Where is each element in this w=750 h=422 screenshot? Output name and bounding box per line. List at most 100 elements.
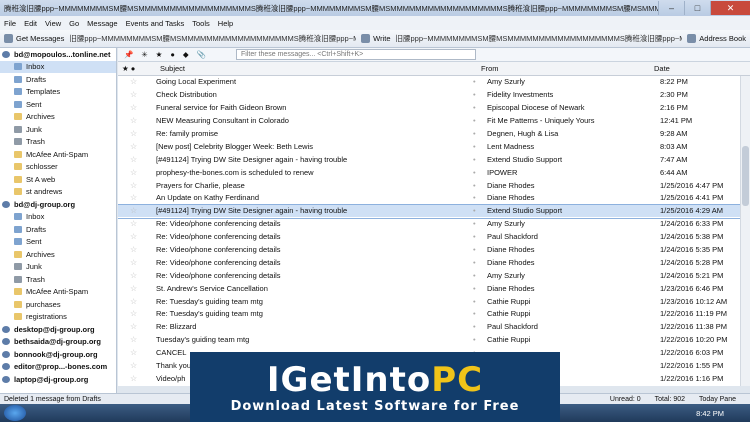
message-row[interactable]: ☆ Re: Video/phone conferencing details • Di… bbox=[118, 256, 740, 270]
account-item[interactable]: bonnook@dj-group.org bbox=[0, 348, 116, 361]
star-icon[interactable]: ☆ bbox=[118, 258, 148, 267]
star-icon[interactable]: ☆ bbox=[118, 219, 148, 228]
star-icon[interactable]: ☆ bbox=[118, 129, 148, 138]
message-row[interactable]: ☆ [#491124] Trying DW Site Designer again… bbox=[118, 153, 740, 167]
menu-help[interactable]: Help bbox=[218, 19, 233, 28]
account-item[interactable]: laptop@dj-group.org bbox=[0, 373, 116, 386]
star-icon[interactable]: ☆ bbox=[118, 206, 148, 215]
address-book-button[interactable]: Address Book bbox=[687, 34, 746, 43]
folder-item[interactable]: Trash bbox=[0, 136, 116, 149]
message-row[interactable]: ☆ Re: Video/phone conferencing details • Am… bbox=[118, 269, 740, 283]
folder-item[interactable]: Inbox bbox=[0, 211, 116, 224]
menu-file[interactable]: File bbox=[4, 19, 16, 28]
folder-item[interactable]: McAfee Anti-Spam bbox=[0, 286, 116, 299]
menu-edit[interactable]: Edit bbox=[24, 19, 37, 28]
star-icon[interactable]: ☆ bbox=[118, 297, 148, 306]
star-icon[interactable]: ☆ bbox=[118, 232, 148, 241]
message-row[interactable]: ☆ Re: family promise • Degnen, Hugh & Lisa 9… bbox=[118, 128, 740, 141]
folder-item[interactable]: registrations bbox=[0, 311, 116, 324]
folder-item[interactable]: Archives bbox=[0, 111, 116, 124]
menu-events-tasks[interactable]: Events and Tasks bbox=[126, 19, 185, 28]
message-row[interactable]: ☆ prophesy-the-bones.com is scheduled to … bbox=[118, 166, 740, 180]
menu-go[interactable]: Go bbox=[69, 19, 79, 28]
star-icon[interactable]: ☆ bbox=[118, 155, 148, 164]
message-row[interactable]: ☆ Re: Blizzard • Paul Shackford 1/22/2016 11… bbox=[118, 321, 740, 334]
account-item[interactable]: editor@prop...-bones.com bbox=[0, 361, 116, 374]
unread-filter-icon[interactable]: ✳ bbox=[141, 50, 147, 59]
message-row[interactable]: ☆ Re: Video/phone conferencing details • Am… bbox=[118, 218, 740, 231]
folder-item[interactable]: St A web bbox=[0, 173, 116, 186]
contact-filter-icon[interactable]: ● bbox=[170, 50, 175, 59]
folder-item[interactable]: Sent bbox=[0, 236, 116, 249]
star-icon[interactable]: ☆ bbox=[118, 181, 148, 190]
star-icon[interactable]: ☆ bbox=[118, 103, 148, 112]
account-item[interactable]: bd@dj-group.org bbox=[0, 198, 116, 211]
date-column-header[interactable]: Date bbox=[650, 64, 740, 73]
message-row[interactable]: ☆ Check Distribution • Fidelity Investments… bbox=[118, 89, 740, 102]
star-icon[interactable]: ☆ bbox=[118, 77, 148, 86]
get-messages-button[interactable]: Get Messages bbox=[4, 34, 64, 43]
star-icon[interactable]: ☆ bbox=[118, 168, 148, 177]
star-icon[interactable]: ☆ bbox=[118, 322, 148, 331]
star-icon[interactable]: ☆ bbox=[118, 284, 148, 293]
scrollbar-thumb[interactable] bbox=[742, 146, 749, 206]
message-row[interactable]: ☆ [New post] Celebrity Blogger Week: Beth… bbox=[118, 140, 740, 154]
menu-view[interactable]: View bbox=[45, 19, 61, 28]
folder-item[interactable]: Archives bbox=[0, 248, 116, 261]
minimize-button[interactable]: – bbox=[658, 1, 684, 15]
thread-column-icon[interactable]: ★ ● bbox=[118, 64, 148, 73]
write-button[interactable]: Write bbox=[361, 34, 391, 43]
folder-item[interactable]: Drafts bbox=[0, 73, 116, 86]
start-button[interactable] bbox=[4, 405, 26, 421]
account-item[interactable]: bd@mopoulos...tonline.net bbox=[0, 48, 116, 61]
folder-item[interactable]: Junk bbox=[0, 261, 116, 274]
today-pane-toggle[interactable]: Today Pane bbox=[699, 396, 736, 403]
star-icon[interactable]: ☆ bbox=[118, 335, 148, 344]
message-list-scrollbar[interactable] bbox=[740, 76, 750, 386]
account-item[interactable]: bethsaida@dj-group.org bbox=[0, 336, 116, 349]
message-row[interactable]: ☆ Prayers for Charlie, please • Diane Rhode… bbox=[118, 179, 740, 193]
starred-filter-icon[interactable]: ★ bbox=[156, 50, 163, 59]
star-icon[interactable]: ☆ bbox=[118, 361, 148, 370]
star-icon[interactable]: ☆ bbox=[118, 374, 148, 383]
folder-item[interactable]: Drafts bbox=[0, 223, 116, 236]
attachment-filter-icon[interactable]: 📎 bbox=[197, 50, 206, 59]
folder-item[interactable]: purchases bbox=[0, 298, 116, 311]
message-row[interactable]: ☆ Going Local Experiment • Amy Szurly 8:22 P… bbox=[118, 76, 740, 89]
folder-item[interactable]: schlosser bbox=[0, 161, 116, 174]
menu-tools[interactable]: Tools bbox=[192, 19, 210, 28]
maximize-button[interactable]: □ bbox=[684, 1, 710, 15]
star-icon[interactable]: ☆ bbox=[118, 142, 148, 151]
close-button[interactable]: ✕ bbox=[710, 1, 750, 15]
tags-filter-icon[interactable]: ◆ bbox=[183, 50, 189, 59]
star-icon[interactable]: ☆ bbox=[118, 245, 148, 254]
message-row[interactable]: ☆ Re: Tuesday's guiding team mtg • Cathie R… bbox=[118, 308, 740, 321]
menu-message[interactable]: Message bbox=[87, 19, 117, 28]
folder-item[interactable]: McAfee Anti-Spam bbox=[0, 148, 116, 161]
star-icon[interactable]: ☆ bbox=[118, 309, 148, 318]
keep-filter-icon[interactable]: 📌 bbox=[124, 50, 133, 59]
subject-column-header[interactable]: Subject bbox=[148, 64, 477, 73]
filter-input[interactable]: Filter these messages... <Ctrl+Shift+K> bbox=[236, 49, 477, 60]
star-icon[interactable]: ☆ bbox=[118, 193, 148, 202]
folder-item[interactable]: Inbox bbox=[0, 60, 116, 73]
star-icon[interactable]: ☆ bbox=[118, 348, 148, 357]
message-row[interactable]: ☆ Tuesday's guiding team mtg • Cathie Ruppi… bbox=[118, 334, 740, 347]
folder-item[interactable]: st andrews bbox=[0, 186, 116, 199]
account-item[interactable]: desktop@dj-group.org bbox=[0, 323, 116, 336]
folder-item[interactable]: Templates bbox=[0, 86, 116, 99]
message-row[interactable]: ☆ Re: Tuesday's guiding team mtg • Cathie R… bbox=[118, 295, 740, 309]
message-row[interactable]: ☆ St. Andrew's Service Cancellation • Diane… bbox=[118, 282, 740, 296]
message-row[interactable]: ☆ An Update on Kathy Ferdinand • Diane Rhod… bbox=[118, 192, 740, 205]
star-icon[interactable]: ☆ bbox=[118, 271, 148, 280]
star-icon[interactable]: ☆ bbox=[118, 116, 148, 125]
message-row[interactable]: ☆ [#491124] Trying DW Site Designer again… bbox=[118, 203, 740, 219]
message-row[interactable]: ☆ NEW Measuring Consultant in Colorado • Fi… bbox=[118, 115, 740, 128]
folder-item[interactable]: Trash bbox=[0, 273, 116, 286]
folder-item[interactable]: Sent bbox=[0, 98, 116, 111]
star-icon[interactable]: ☆ bbox=[118, 90, 148, 99]
message-row[interactable]: ☆ Funeral service for Faith Gideon Brown •… bbox=[118, 102, 740, 115]
message-row[interactable]: ☆ Re: Video/phone conferencing details • Pa… bbox=[118, 231, 740, 244]
from-column-header[interactable]: From bbox=[477, 64, 650, 73]
message-row[interactable]: ☆ Re: Video/phone conferencing details • Di… bbox=[118, 244, 740, 257]
